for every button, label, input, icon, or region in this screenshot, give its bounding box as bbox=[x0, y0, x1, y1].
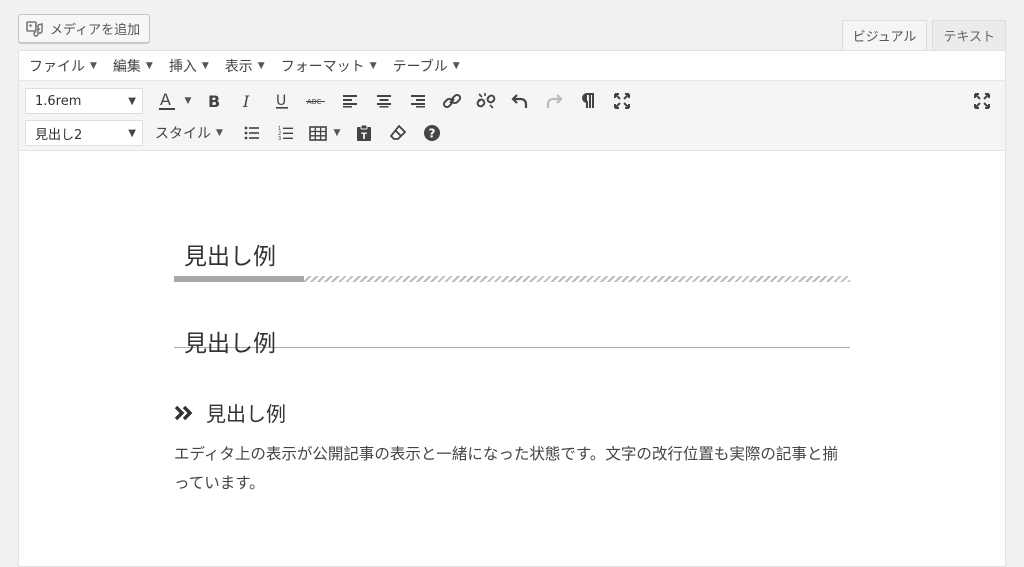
underline-button[interactable]: U bbox=[265, 87, 299, 115]
svg-text:A: A bbox=[160, 90, 171, 109]
menu-table[interactable]: テーブル ▼ bbox=[393, 56, 460, 76]
svg-text:3: 3 bbox=[278, 136, 281, 141]
eraser-icon bbox=[389, 124, 407, 140]
menu-view-label: 表示 bbox=[224, 58, 253, 75]
toolbar-row-1: 1.6rem ▼ A ▼ B I U ABC bbox=[25, 87, 639, 115]
menu-view[interactable]: 表示 ▼ bbox=[225, 56, 265, 76]
heading-example-2-wrap: 見出し例 bbox=[174, 306, 850, 357]
remove-link-button[interactable] bbox=[469, 87, 503, 115]
menu-file[interactable]: ファイル ▼ bbox=[29, 56, 97, 76]
bold-icon: B bbox=[208, 93, 220, 109]
double-chevron-right-icon bbox=[174, 405, 193, 420]
style-menu-label: スタイル bbox=[155, 126, 211, 142]
heading-example-2-text: 見出し例 bbox=[184, 331, 276, 357]
link-icon bbox=[442, 93, 462, 109]
fullscreen-button[interactable] bbox=[965, 87, 999, 115]
block-format-value: 見出し2 bbox=[35, 127, 83, 143]
heading-example-1-text: 見出し例 bbox=[184, 244, 276, 270]
menu-format[interactable]: フォーマット ▼ bbox=[281, 56, 377, 76]
style-menu[interactable]: スタイル ▼ bbox=[143, 119, 235, 147]
heading-example-1: 見出し例 bbox=[174, 201, 852, 282]
align-left-icon bbox=[343, 95, 357, 108]
font-size-select[interactable]: 1.6rem ▼ bbox=[25, 88, 143, 114]
svg-text:B: B bbox=[208, 93, 220, 109]
tab-text[interactable]: テキスト bbox=[932, 20, 1006, 50]
help-icon: ? bbox=[423, 125, 440, 141]
italic-icon: I bbox=[242, 93, 250, 109]
body-paragraph: エディタ上の表示が公開記事の表示と一緒になった状態です。文字の改行位置も実際の記… bbox=[174, 445, 838, 492]
redo-button[interactable] bbox=[537, 87, 571, 115]
pilcrow-icon bbox=[582, 93, 594, 108]
chevron-down-icon: ▼ bbox=[333, 128, 341, 138]
strikethrough-button[interactable]: ABC bbox=[299, 87, 333, 115]
media-icon bbox=[26, 20, 43, 37]
editor-toolbar: 1.6rem ▼ A ▼ B I U ABC bbox=[19, 81, 1005, 151]
add-media-button[interactable]: メディアを追加 bbox=[18, 14, 151, 43]
chevron-down-icon: ▼ bbox=[128, 127, 136, 139]
chevron-down-icon: ▼ bbox=[145, 60, 153, 71]
bullet-list-button[interactable] bbox=[235, 119, 269, 147]
editor-menubar: ファイル ▼ 編集 ▼ 挿入 ▼ 表示 ▼ フォーマット ▼ テーブル ▼ bbox=[19, 51, 1005, 81]
align-right-button[interactable] bbox=[401, 87, 435, 115]
svg-text:?: ? bbox=[428, 127, 435, 141]
heading-example-3-text: 見出し例 bbox=[206, 402, 286, 426]
italic-button[interactable]: I bbox=[231, 87, 265, 115]
menu-insert-label: 挿入 bbox=[168, 58, 197, 75]
chevron-down-icon: ▼ bbox=[128, 95, 136, 107]
toolbar-row-2: 見出し2 ▼ スタイル ▼ 123 ▼ T ? bbox=[25, 119, 449, 147]
chevron-down-icon: ▼ bbox=[90, 60, 97, 71]
add-media-label: メディアを追加 bbox=[50, 23, 141, 38]
numbered-list-icon: 123 bbox=[278, 126, 293, 141]
table-button[interactable]: ▼ bbox=[303, 119, 347, 147]
redo-icon bbox=[546, 94, 563, 108]
menu-insert[interactable]: 挿入 ▼ bbox=[169, 56, 209, 76]
chevron-down-icon: ▼ bbox=[201, 60, 209, 71]
heading-example-3: 見出し例 bbox=[174, 398, 286, 427]
help-button[interactable]: ? bbox=[415, 119, 449, 147]
distraction-free-button[interactable] bbox=[605, 87, 639, 115]
svg-text:T: T bbox=[361, 132, 368, 142]
strikethrough-icon: ABC bbox=[306, 98, 325, 106]
undo-icon bbox=[511, 94, 528, 108]
menu-file-label: ファイル bbox=[29, 58, 85, 75]
table-icon bbox=[309, 125, 328, 141]
align-right-icon bbox=[411, 95, 425, 108]
chevron-down-icon: ▼ bbox=[257, 60, 265, 71]
align-left-button[interactable] bbox=[333, 87, 367, 115]
heading-accent-bar bbox=[174, 276, 304, 282]
expand-icon bbox=[614, 93, 630, 109]
menu-edit-label: 編集 bbox=[112, 58, 141, 75]
align-center-icon bbox=[377, 95, 391, 108]
underline-icon: U bbox=[276, 93, 288, 109]
unlink-icon bbox=[476, 93, 496, 109]
visual-editor: ファイル ▼ 編集 ▼ 挿入 ▼ 表示 ▼ フォーマット ▼ テーブル ▼ 1.6rem ▼… bbox=[18, 50, 1006, 567]
paste-text-button[interactable]: T bbox=[347, 119, 381, 147]
svg-text:I: I bbox=[242, 93, 250, 109]
undo-button[interactable] bbox=[503, 87, 537, 115]
tab-visual[interactable]: ビジュアル bbox=[841, 20, 928, 50]
align-center-button[interactable] bbox=[367, 87, 401, 115]
editor-mode-tabs: ビジュアル テキスト bbox=[841, 20, 1006, 50]
text-color-button[interactable]: A ▼ bbox=[151, 87, 197, 115]
menu-table-label: テーブル bbox=[392, 58, 448, 75]
chevron-down-icon: ▼ bbox=[216, 128, 223, 138]
insert-link-button[interactable] bbox=[435, 87, 469, 115]
bullet-list-icon bbox=[244, 126, 259, 140]
clear-formatting-button[interactable] bbox=[381, 119, 415, 147]
menu-edit[interactable]: 編集 ▼ bbox=[113, 56, 153, 76]
chevron-down-icon: ▼ bbox=[184, 96, 192, 106]
chevron-down-icon: ▼ bbox=[369, 60, 377, 71]
text-color-icon: A bbox=[158, 90, 175, 110]
bold-button[interactable]: B bbox=[197, 87, 231, 115]
clipboard-icon: T bbox=[356, 124, 371, 142]
menu-format-label: フォーマット bbox=[280, 58, 365, 75]
block-format-select[interactable]: 見出し2 ▼ bbox=[25, 120, 143, 146]
svg-text:U: U bbox=[276, 93, 286, 109]
numbered-list-button[interactable]: 123 bbox=[269, 119, 303, 147]
chevron-down-icon: ▼ bbox=[452, 60, 460, 71]
editor-content[interactable]: 見出し例 見出し例 見出し例 エディタ上の表示が公開記事の表示と一緒になった状態… bbox=[174, 201, 852, 492]
paragraph-marks-button[interactable] bbox=[571, 87, 605, 115]
font-size-value: 1.6rem bbox=[35, 93, 82, 109]
fullscreen-icon bbox=[974, 93, 990, 109]
